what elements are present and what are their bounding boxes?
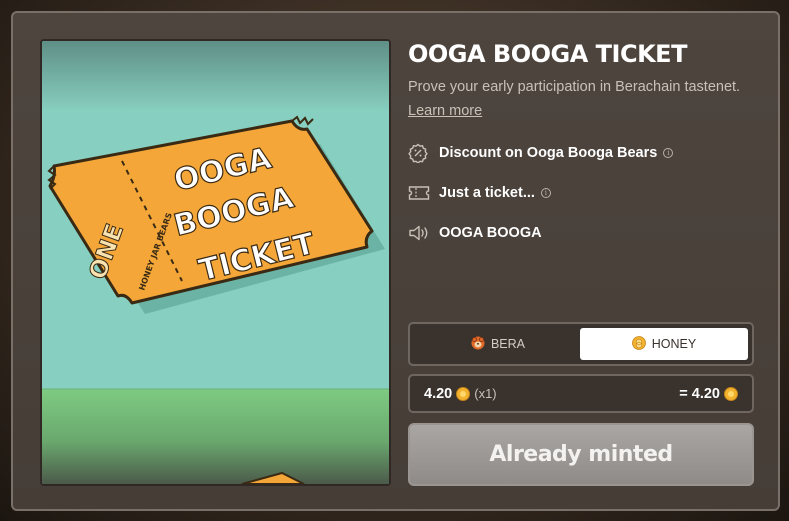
- info-icon[interactable]: i: [663, 148, 674, 158]
- mint-button[interactable]: Already minted: [408, 423, 754, 486]
- nft-artwork: ONE HONEY JAR BEARS OOGA BOOGA TICKET: [40, 39, 391, 486]
- honey-token-icon: [724, 386, 738, 401]
- feature-label: Just a ticket...: [439, 185, 535, 201]
- quantity: (x1): [474, 386, 497, 401]
- currency-option-label: BERA: [490, 337, 526, 351]
- learn-more-link[interactable]: Learn more: [408, 103, 482, 119]
- currency-option-honey[interactable]: HONEY: [580, 328, 748, 360]
- info-icon[interactable]: i: [540, 188, 551, 198]
- unit-price: 4.20: [424, 385, 453, 402]
- description-text: Prove your early participation in Berach…: [408, 79, 741, 95]
- mint-modal: ONE HONEY JAR BEARS OOGA BOOGA TICKET OO…: [11, 11, 780, 511]
- price-summary: 4.20 (x1) = 4.20: [408, 374, 754, 413]
- feature-label: Discount on Ooga Booga Bears: [439, 145, 658, 161]
- ticket-icon: [408, 183, 430, 203]
- currency-toggle: BERA HONEY: [408, 322, 754, 366]
- nft-title: OOGA BOOGA TICKET: [408, 40, 687, 68]
- ticket-illustration: ONE HONEY JAR BEARS OOGA BOOGA TICKET: [42, 41, 389, 484]
- discount-icon: [408, 143, 430, 163]
- feature-ticket: Just a ticket... i: [408, 183, 758, 203]
- nft-info: OOGA BOOGA TICKET Prove your early parti…: [408, 39, 758, 243]
- currency-option-bera[interactable]: BERA: [414, 328, 582, 360]
- honey-token-icon: [456, 386, 471, 401]
- honey-token-icon: [631, 335, 646, 353]
- bera-token-icon: [471, 336, 485, 353]
- nft-description: Prove your early participation in Berach…: [408, 75, 758, 123]
- feature-sound: OOGA BOOGA: [408, 223, 758, 243]
- feature-label: OOGA BOOGA: [439, 225, 542, 241]
- total-price: = 4.20: [679, 385, 720, 402]
- speaker-icon: [408, 223, 430, 243]
- currency-option-label: HONEY: [651, 337, 697, 351]
- feature-discount: Discount on Ooga Booga Bears i: [408, 143, 758, 163]
